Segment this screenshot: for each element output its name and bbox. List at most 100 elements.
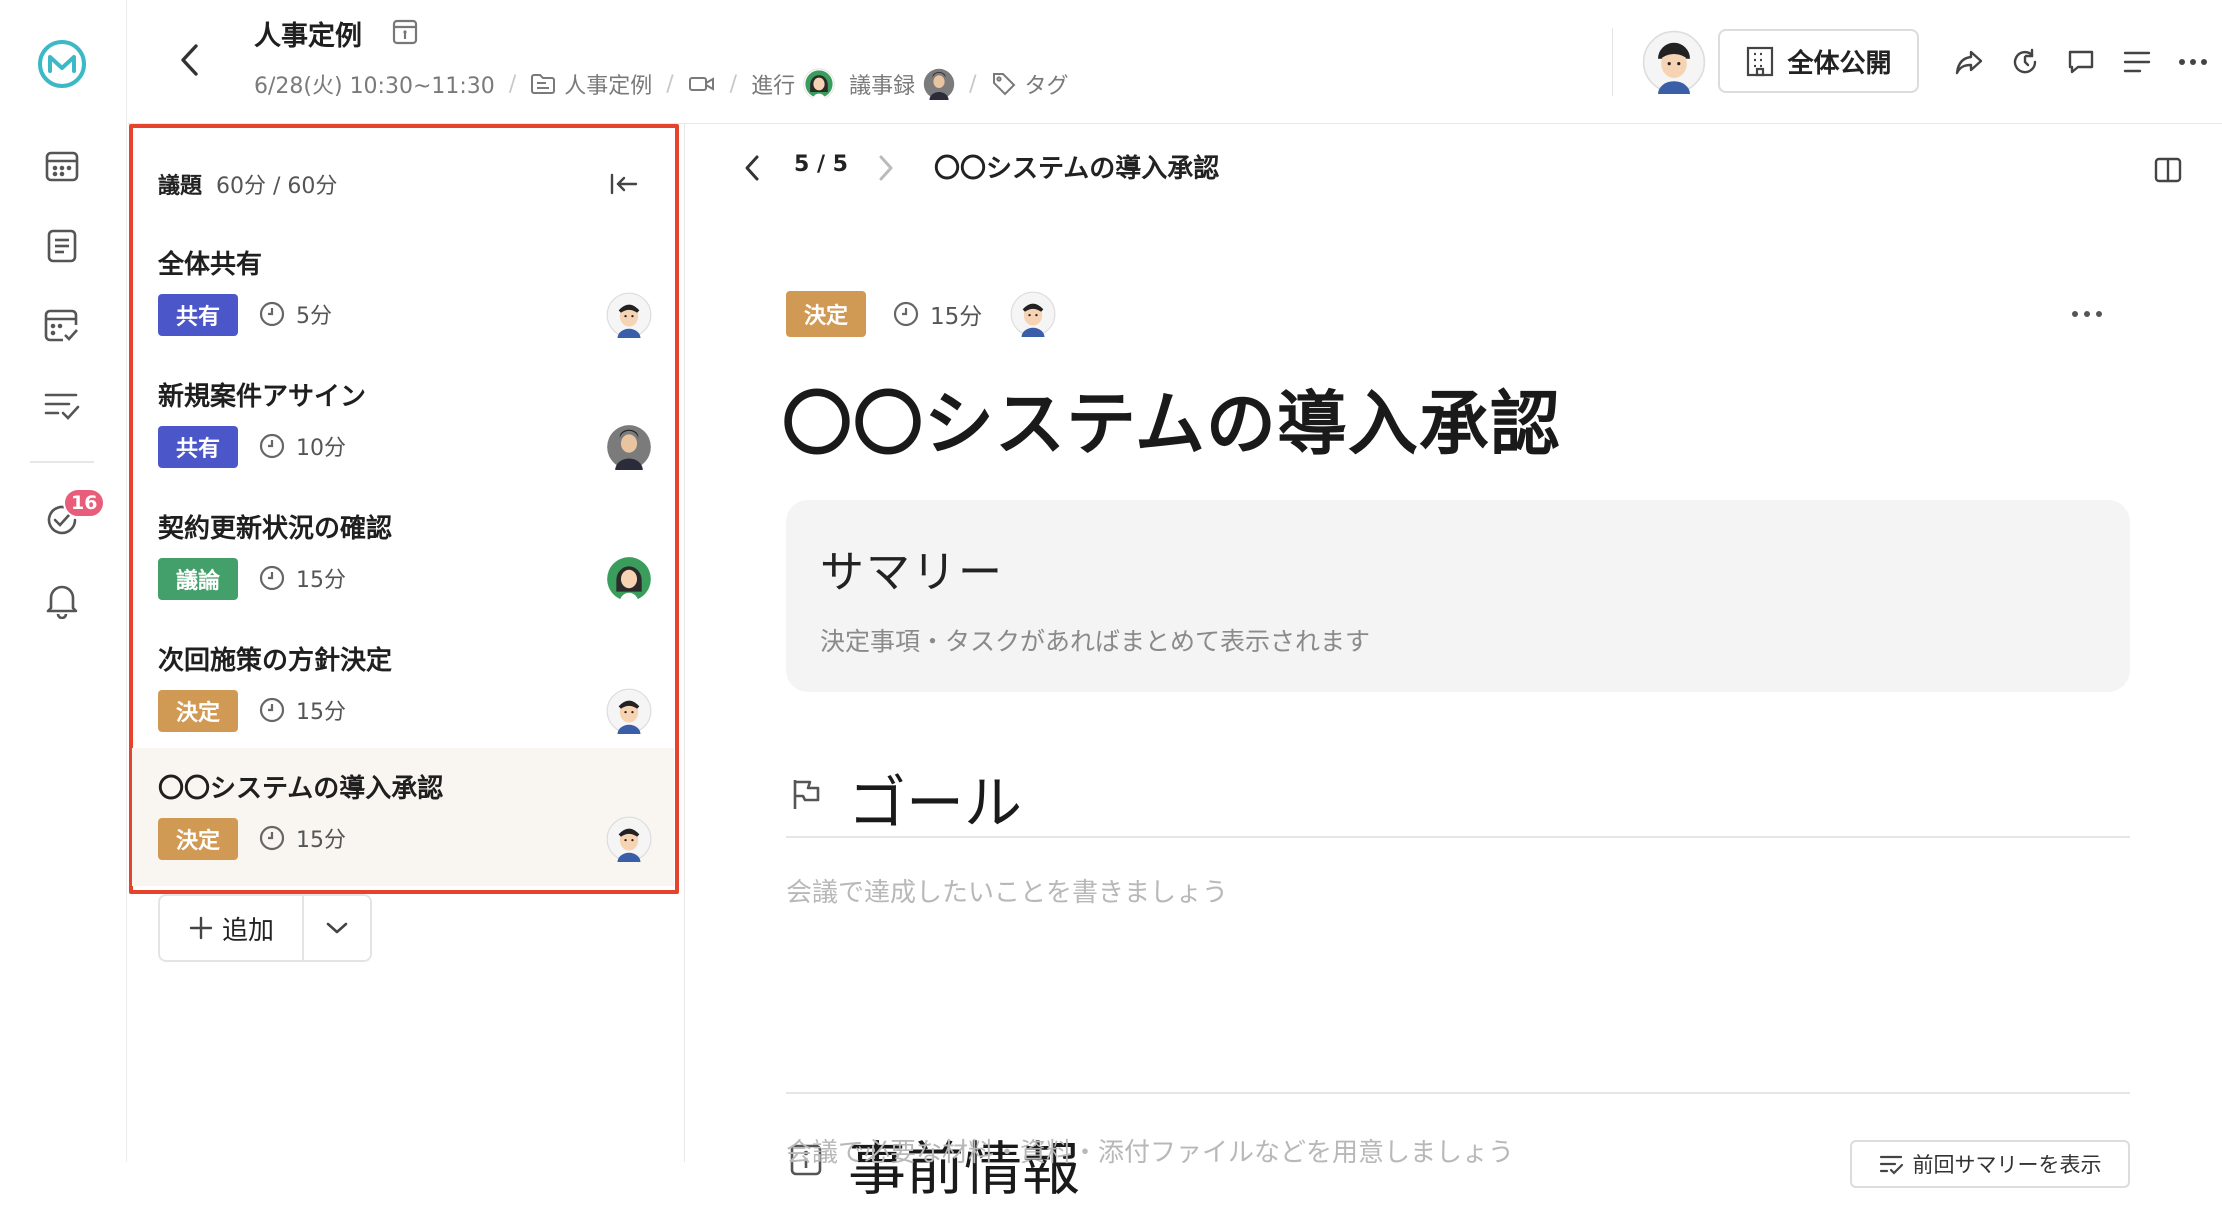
back-button[interactable] [166,36,214,84]
goal-section-header: ゴール [786,750,2130,838]
add-agenda-label: 追加 [221,915,274,946]
facilitator-avatar[interactable] [803,68,835,100]
agenda-item-time: 5分 [296,304,332,329]
meeting-title[interactable]: 人事定例 [254,14,362,53]
detail-more-icon[interactable] [2062,294,2112,334]
agenda-item-time: 15分 [296,828,346,853]
chevron-left-icon [181,44,198,76]
agenda-item-tag: 共有 [158,426,238,468]
detail-owner-avatar[interactable] [1010,291,1056,337]
video-icon[interactable] [688,74,716,94]
agenda-item[interactable]: 次回施策の方針決定 決定 15分 [132,626,674,756]
meta-separator: / [969,71,977,97]
meeting-header: 人事定例 6/28(火) 10:30~11:30 / 人事定例 / / 進行 議… [128,0,2222,124]
facilitator-label: 進行 [751,74,796,99]
agenda-item-duration: 5分 [258,298,332,330]
agenda-total-duration: 60分 / 60分 [216,174,338,199]
chevron-down-icon [326,922,348,934]
show-previous-summary-label: 前回サマリーを表示 [1912,1153,2102,1177]
agenda-item-duration: 10分 [258,430,346,462]
tag-icon [991,71,1017,97]
agenda-item-owner-avatar[interactable] [606,556,652,602]
agenda-pager: 5 / 5 [794,152,848,177]
clock-icon [259,433,285,459]
more-options-icon[interactable] [2171,40,2215,84]
calendar-icon[interactable] [38,142,86,190]
detail-time: 15分 [930,304,983,330]
publish-visibility-button[interactable]: 全体公開 [1718,29,1919,93]
detail-meta: 決定 15分 [786,290,1056,338]
collapse-left-icon [610,173,638,195]
bell-icon[interactable] [38,576,86,624]
agenda-item-title: 契約更新状況の確認 [158,514,393,544]
document-icon[interactable] [38,222,86,270]
meeting-folder[interactable]: 人事定例 [564,68,652,100]
goal-input[interactable]: 会議で達成したいことを書きましょう [786,872,1228,909]
agenda-item-owner-avatar[interactable] [606,292,652,338]
current-user-avatar[interactable] [1642,30,1706,94]
agenda-item-title: 〇〇システムの導入承認 [158,774,444,804]
summary-card: サマリー 決定事項・タスクがあればまとめて表示されます [786,500,2130,692]
clock-icon [259,565,285,591]
building-icon [1747,46,1774,77]
agenda-item-tag: 決定 [158,690,238,732]
app-logo-icon[interactable] [36,38,88,90]
notification-count-badge: 16 [63,488,106,518]
agenda-label: 議題 [158,174,203,199]
add-agenda-dropdown-button[interactable] [304,896,370,960]
agenda-item[interactable]: 新規案件アサイン 共有 10分 [132,362,674,492]
previous-agenda-button[interactable] [732,148,772,188]
comment-icon[interactable] [2059,40,2103,84]
meta-separator: / [729,71,738,97]
clock-icon [259,697,285,723]
chevron-left-icon [745,155,759,181]
rail-divider [30,461,94,463]
summary-title: サマリー [820,547,1004,598]
agenda-item-time: 10分 [296,436,346,461]
clock-icon [893,301,919,327]
minutes-label: 議事録 [849,74,916,99]
agenda-item-tag: 議論 [158,558,238,600]
agenda-item-owner-avatar[interactable] [606,688,652,734]
agenda-item-tag: 決定 [158,818,238,860]
agenda-item-active[interactable]: 〇〇システムの導入承認 決定 15分 [132,748,674,886]
clock-icon [259,301,285,327]
minutes-taker-avatar[interactable] [923,68,955,100]
agenda-item-duration: 15分 [258,562,346,594]
calendar-check-icon[interactable] [38,302,86,350]
folder-icon [530,72,556,96]
agenda-panel: 議題 60分 / 60分 全体共有 共有 5分 新規案件アサイン 共有 10分 … [128,124,685,1162]
outline-list-icon[interactable] [2115,40,2159,84]
agenda-item[interactable]: 全体共有 共有 5分 [132,230,674,360]
detail-title[interactable]: 〇〇システムの導入承認 [782,368,1561,469]
add-agenda-button[interactable]: 追加 [160,896,304,960]
agenda-item[interactable]: 契約更新状況の確認 議論 15分 [132,494,674,624]
goal-title: ゴール [848,769,1023,837]
next-agenda-button[interactable] [866,148,906,188]
tag-link[interactable]: タグ [1025,68,1069,100]
split-panel-toggle-icon[interactable] [2146,148,2190,192]
agenda-item-time: 15分 [296,700,346,725]
info-doc-icon[interactable] [390,17,420,47]
agenda-detail: 5 / 5 〇〇システムの導入承認 決定 15分 〇〇システムの導入承認 サマリ… [686,124,2222,1203]
add-agenda-group: 追加 [158,894,372,962]
collapse-panel-button[interactable] [604,164,644,204]
detail-duration[interactable]: 15分 [892,297,982,331]
detail-tag[interactable]: 決定 [786,291,866,337]
left-rail: 16 [0,0,127,1162]
history-refresh-icon[interactable] [2003,40,2047,84]
share-icon[interactable] [1947,40,1991,84]
agenda-item-owner-avatar[interactable] [606,424,652,470]
preinfo-divider [786,1092,2130,1094]
plus-icon [189,916,213,940]
show-previous-summary-button[interactable]: 前回サマリーを表示 [1850,1140,2130,1188]
agenda-item-owner-avatar[interactable] [606,816,652,862]
task-list-icon[interactable] [38,382,86,430]
meeting-datetime[interactable]: 6/28(火) 10:30~11:30 [254,68,495,100]
flag-icon [786,774,826,814]
publish-visibility-label: 全体公開 [1787,48,1892,79]
agenda-header: 議題 60分 / 60分 [158,168,337,200]
detail-topbar-title: 〇〇システムの導入承認 [934,154,1220,184]
agenda-item-tag: 共有 [158,294,238,336]
preinfo-input[interactable]: 会議で必要な材料・資料・添付ファイルなどを用意しましょう [786,1132,1514,1169]
